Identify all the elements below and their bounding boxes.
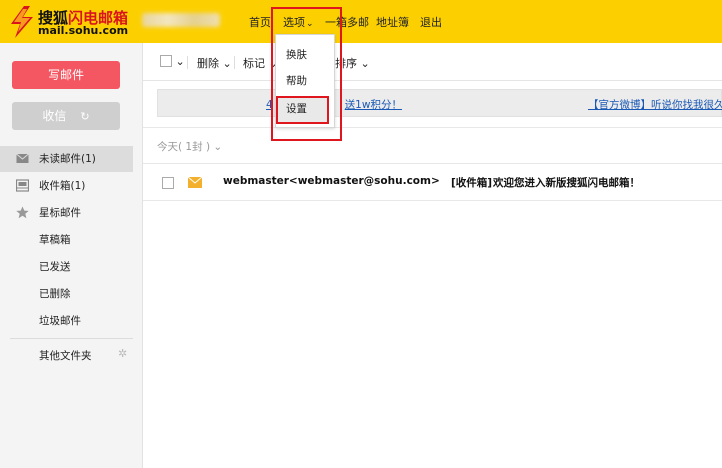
nav-home[interactable]: 首页	[249, 14, 271, 30]
sidebar-item-starred[interactable]: 星标邮件	[0, 200, 133, 226]
sidebar-item-label: 草稿箱	[39, 234, 71, 246]
weibo-link[interactable]: 【官方微博】听说你找我很久了？	[588, 97, 722, 112]
mail-folder-tag: [收件箱]	[451, 177, 493, 189]
sidebar-item-sent[interactable]: 已发送	[0, 254, 133, 280]
left-sidebar: 写邮件 收信 ↻ 未读邮件(1) 收件箱(1) 星标邮件 草稿箱 已发送 已删除 …	[0, 43, 143, 468]
sohu-mail-logo[interactable]: 搜狐闪电邮箱 mail.sohu.com	[8, 6, 128, 38]
logo-subtitle: mail.sohu.com	[38, 24, 129, 37]
delete-label: 删除	[197, 57, 219, 70]
chevron-down-icon: ⌄	[222, 57, 232, 70]
inbox-icon	[16, 179, 29, 192]
nav-contacts[interactable]: 地址簿	[376, 14, 409, 30]
sidebar-item-deleted[interactable]: 已删除	[0, 281, 133, 307]
highlight-box-settings	[276, 96, 329, 124]
sidebar-item-spam[interactable]: 垃圾邮件	[0, 308, 133, 334]
nav-logout[interactable]: 退出	[420, 14, 442, 30]
sidebar-item-label: 未读邮件(1)	[39, 153, 96, 165]
chevron-down-icon: ⌄	[175, 55, 185, 68]
mail-subject: 欢迎您进入新版搜狐闪电邮箱！	[493, 177, 640, 189]
sidebar-item-label: 已发送	[39, 261, 71, 273]
divider	[234, 56, 235, 69]
sidebar-item-inbox[interactable]: 收件箱(1)	[0, 173, 133, 199]
top-header: 搜狐闪电邮箱 mail.sohu.com 首页 选项⌄ 一箱多邮 地址簿 退出	[0, 0, 722, 43]
refresh-icon: ↻	[80, 110, 90, 123]
mark-label: 标记	[243, 57, 265, 70]
divider	[143, 200, 722, 201]
username-blurred	[142, 13, 220, 27]
sidebar-item-label: 星标邮件	[39, 207, 81, 219]
sidebar-item-unread[interactable]: 未读邮件(1)	[0, 146, 133, 172]
notice-bar: 4送1w积分！ 【官方微博】听说你找我很久了？	[157, 89, 722, 117]
sidebar-item-label: 已删除	[39, 288, 71, 300]
sidebar-item-drafts[interactable]: 草稿箱	[0, 227, 133, 253]
gear-icon[interactable]: ✲	[118, 347, 127, 360]
chevron-down-icon: ⌄	[213, 141, 223, 153]
sidebar-item-label: 收件箱(1)	[39, 180, 86, 192]
sidebar-divider	[10, 338, 133, 339]
mail-sender: webmaster<webmaster@sohu.com>	[223, 175, 440, 187]
other-folders-link[interactable]: 其他文件夹	[39, 348, 92, 363]
receive-label: 收信	[42, 109, 67, 123]
compose-button[interactable]: 写邮件	[12, 61, 120, 89]
date-group-header[interactable]: 今天( 1封 ) ⌄	[157, 139, 222, 154]
sidebar-item-label: 垃圾邮件	[39, 315, 81, 327]
mail-checkbox[interactable]	[162, 177, 174, 189]
divider	[143, 127, 722, 128]
delete-button[interactable]: 删除 ⌄	[197, 55, 232, 71]
select-all-dropdown[interactable]: ⌄	[160, 55, 185, 68]
mail-toolbar: ⌄ 删除 ⌄ 标记 ⌄ 排序 ⌄	[143, 43, 722, 81]
chevron-down-icon: ⌄	[360, 57, 370, 70]
mail-row[interactable]: webmaster<webmaster@sohu.com> [收件箱] 欢迎您进…	[143, 164, 722, 200]
envelope-icon	[16, 153, 29, 163]
lightning-bolt-icon	[11, 6, 33, 38]
receive-button[interactable]: 收信 ↻	[12, 102, 120, 130]
divider	[187, 56, 188, 69]
select-all-checkbox[interactable]	[160, 55, 172, 67]
star-icon	[16, 206, 29, 219]
unread-envelope-icon	[188, 177, 202, 188]
